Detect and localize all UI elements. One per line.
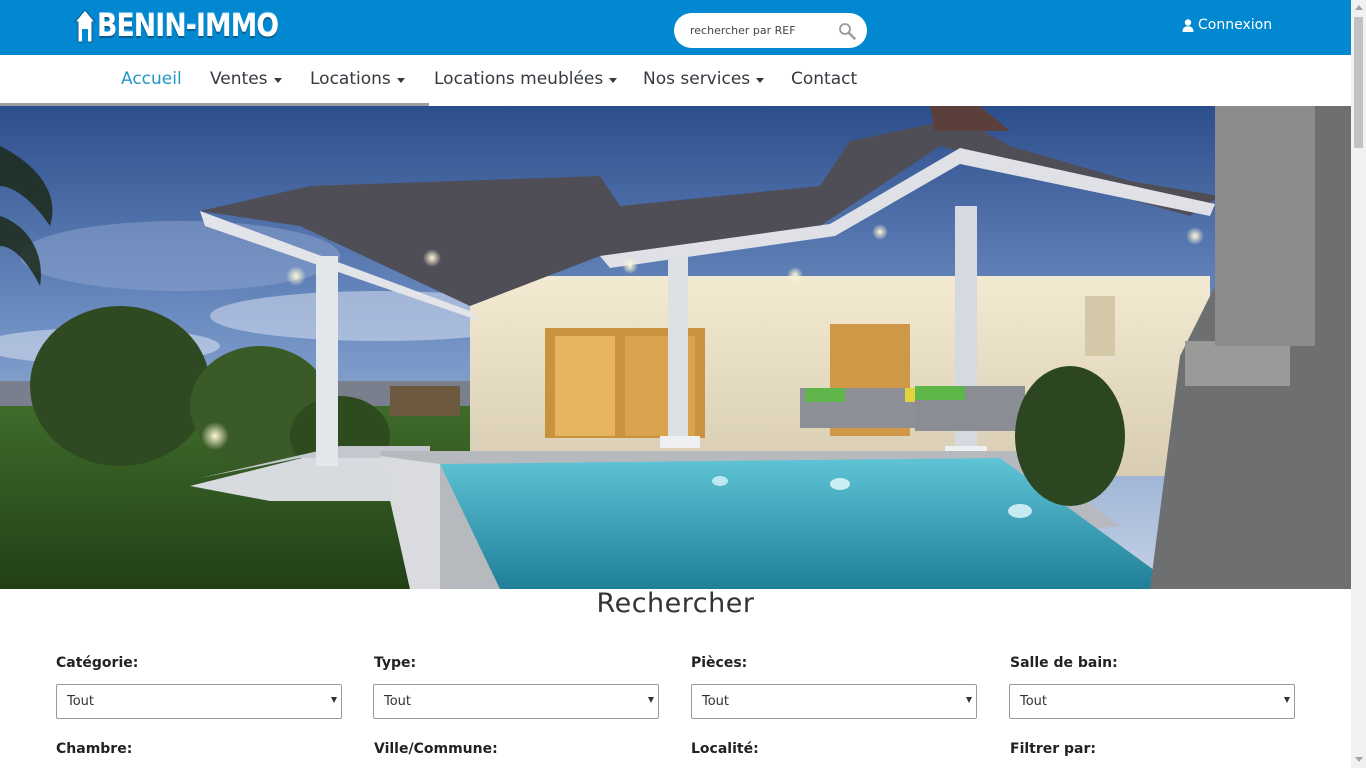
nav-item-label: Locations xyxy=(310,69,391,89)
house-icon xyxy=(74,9,96,43)
search-icon[interactable] xyxy=(838,22,856,40)
user-icon xyxy=(1182,18,1194,32)
filter-by-label: Filtrer par: xyxy=(1010,741,1097,757)
nav-item-nos-services[interactable]: Nos services xyxy=(643,69,765,89)
locality-label: Localité: xyxy=(691,741,759,757)
nav-item-ventes[interactable]: Ventes xyxy=(210,69,282,89)
bathroom-select-value: Tout xyxy=(1020,694,1048,709)
type-select-value: Tout xyxy=(384,694,412,709)
bathroom-label: Salle de bain: xyxy=(1010,655,1118,671)
caret-down-icon xyxy=(609,77,618,83)
scroll-down-arrow-icon[interactable] xyxy=(1355,757,1363,762)
scroll-thumb[interactable] xyxy=(1354,17,1363,148)
category-select-value: Tout xyxy=(67,694,95,709)
ref-search-box xyxy=(674,13,867,48)
nav-item-accueil[interactable]: Accueil xyxy=(121,69,182,89)
dropdown-arrow-icon xyxy=(331,697,337,703)
vertical-scrollbar[interactable] xyxy=(1351,0,1366,768)
caret-down-icon xyxy=(396,77,405,83)
logo-text: BENIN-IMMO xyxy=(97,8,279,44)
search-section-title: Rechercher xyxy=(596,588,755,619)
nav-item-locations-meublees[interactable]: Locations meublées xyxy=(434,69,618,89)
hero-banner-image xyxy=(0,106,1351,589)
dropdown-arrow-icon xyxy=(966,697,972,703)
nav-item-label: Accueil xyxy=(121,69,182,89)
bedroom-label: Chambre: xyxy=(56,741,133,757)
nav-item-contact[interactable]: Contact xyxy=(791,69,857,89)
caret-down-icon xyxy=(273,77,282,83)
bathroom-select[interactable]: Tout xyxy=(1009,684,1295,719)
site-logo[interactable]: BENIN-IMMO xyxy=(74,4,308,48)
login-link[interactable]: Connexion xyxy=(1182,17,1272,33)
nav-item-label: Locations meublées xyxy=(434,69,604,89)
type-label: Type: xyxy=(374,655,417,671)
category-label: Catégorie: xyxy=(56,655,139,671)
login-label: Connexion xyxy=(1198,17,1273,33)
caret-down-icon xyxy=(756,77,765,83)
nav-item-label: Nos services xyxy=(643,69,751,89)
rooms-select-value: Tout xyxy=(702,694,730,709)
category-select[interactable]: Tout xyxy=(56,684,342,719)
city-label: Ville/Commune: xyxy=(374,741,498,757)
rooms-label: Pièces: xyxy=(691,655,748,671)
scroll-up-arrow-icon[interactable] xyxy=(1355,5,1363,10)
ref-search-input[interactable] xyxy=(690,24,840,37)
nav-item-locations[interactable]: Locations xyxy=(310,69,405,89)
type-select[interactable]: Tout xyxy=(373,684,659,719)
nav-item-label: Contact xyxy=(791,69,858,89)
nav-item-label: Ventes xyxy=(210,69,268,89)
dropdown-arrow-icon xyxy=(648,697,654,703)
dropdown-arrow-icon xyxy=(1284,697,1290,703)
rooms-select[interactable]: Tout xyxy=(691,684,977,719)
